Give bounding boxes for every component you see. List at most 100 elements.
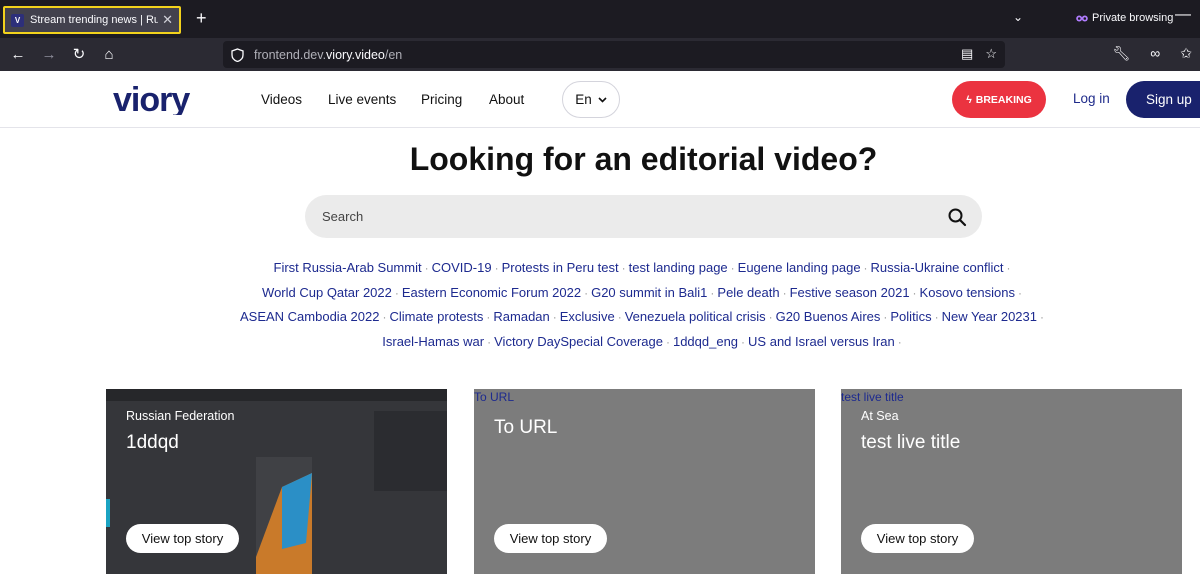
tag-separator: · — [665, 334, 670, 349]
browser-tab-bar: V Stream trending news | Ruptly ✕ + ⌄ Pr… — [0, 0, 1200, 38]
wrench-icon[interactable]: 🔧︎ — [1113, 45, 1131, 62]
nav-live-events[interactable]: Live events — [328, 92, 396, 107]
trending-tag-link[interactable]: G20 summit in Bali1 — [591, 285, 707, 300]
trending-tag-link[interactable]: Eugene landing page — [738, 260, 861, 275]
trending-tag-link[interactable]: Israel-Hamas war — [382, 334, 484, 349]
lightning-icon: ϟ — [966, 93, 972, 106]
search-input[interactable] — [305, 195, 925, 238]
trending-tag-link[interactable]: Ramadan — [493, 309, 549, 324]
top-story-card[interactable]: To URL View top story — [474, 389, 815, 574]
tab-title: Stream trending news | Ruptly — [30, 14, 159, 26]
trending-tag-link[interactable]: Festive season 2021 — [790, 285, 910, 300]
card-title: test live title — [861, 432, 961, 453]
tag-separator: · — [934, 310, 939, 324]
tag-separator: · — [741, 334, 746, 349]
list-all-tabs-icon[interactable]: ⌄ — [1013, 10, 1023, 24]
private-mask-icon — [1076, 15, 1088, 21]
browser-nav-bar: ← → ↻ ⌂ frontend.dev.viory.video/en ▤ ☆ … — [0, 38, 1200, 71]
reload-icon[interactable]: ↻ — [68, 43, 90, 65]
view-top-story-button[interactable]: View top story — [494, 524, 607, 553]
tag-separator: · — [486, 310, 491, 324]
card-url-link[interactable]: To URL — [474, 390, 514, 404]
tag-row: ASEAN Cambodia 2022 · Climate protests · Ram… — [210, 305, 1077, 330]
trending-tag-link[interactable]: test landing page — [629, 260, 728, 275]
new-tab-button[interactable]: + — [196, 8, 207, 29]
trending-tag-link[interactable]: US and Israel versus Iran — [748, 334, 895, 349]
top-story-card[interactable]: At Sea test live title View top story — [841, 389, 1182, 574]
trending-tag-link[interactable]: Eastern Economic Forum 2022 — [402, 285, 581, 300]
svg-text:viory: viory — [113, 85, 190, 115]
trending-tag-link[interactable]: G20 Buenos Aires — [776, 309, 881, 324]
reader-view-icon[interactable]: ▤ — [961, 46, 973, 62]
tag-separator: · — [424, 261, 429, 275]
private-browsing-indicator: Private browsing — [1076, 12, 1173, 24]
search-bar — [305, 195, 982, 238]
trending-tag-link[interactable]: Pele death — [717, 285, 779, 300]
bookmark-star-icon[interactable]: ☆ — [985, 46, 997, 62]
trending-tag-link[interactable]: Climate protests — [389, 309, 483, 324]
login-link[interactable]: Log in — [1073, 91, 1110, 106]
forward-icon[interactable]: → — [38, 43, 60, 65]
tag-separator: · — [494, 261, 499, 275]
language-selector[interactable]: En — [562, 81, 620, 118]
trending-tag-link[interactable]: Victory DaySpecial Coverage — [494, 334, 663, 349]
top-story-card[interactable]: Russian Federation 1ddqd View top story — [106, 389, 447, 574]
private-browsing-label: Private browsing — [1092, 12, 1174, 24]
view-top-story-button[interactable]: View top story — [861, 524, 974, 553]
signup-label: Sign up — [1146, 92, 1192, 107]
tag-separator: · — [710, 285, 715, 300]
trending-tag-link[interactable]: COVID-19 — [432, 260, 492, 275]
url-text: frontend.dev.viory.video/en — [254, 47, 403, 62]
trending-tag-link[interactable]: Kosovo tensions — [920, 285, 1015, 300]
nav-about[interactable]: About — [489, 92, 524, 107]
url-bar[interactable]: frontend.dev.viory.video/en ▤ ☆ — [223, 41, 1005, 68]
trending-tags: First Russia-Arab Summit · COVID-19 · Protes… — [210, 256, 1077, 354]
trending-tag-link[interactable]: First Russia-Arab Summit — [274, 260, 422, 275]
tag-separator: · — [1017, 285, 1022, 300]
tag-separator: · — [768, 310, 773, 324]
trending-tag-link[interactable]: World Cup Qatar 2022 — [262, 285, 392, 300]
chevron-down-icon — [598, 96, 607, 103]
nav-pricing[interactable]: Pricing — [421, 92, 462, 107]
card-title: To URL — [494, 417, 558, 438]
tag-separator: · — [863, 261, 868, 275]
card-country: At Sea — [861, 409, 899, 423]
search-icon[interactable] — [947, 207, 967, 227]
nav-videos[interactable]: Videos — [261, 92, 302, 107]
card-title: 1ddqd — [126, 432, 179, 453]
tag-separator: · — [487, 334, 492, 349]
tag-separator: · — [730, 261, 735, 275]
extensions-icon[interactable]: ✩ — [1180, 45, 1192, 62]
tag-separator: · — [782, 285, 787, 300]
language-value: En — [575, 92, 592, 107]
tag-separator: · — [883, 310, 888, 324]
trending-tag-link[interactable]: New Year 20231 — [942, 309, 1037, 324]
tag-separator: · — [1040, 310, 1044, 324]
trending-tag-link[interactable]: 1ddqd_eng — [673, 334, 738, 349]
trending-tag-link[interactable]: Russia-Ukraine conflict — [871, 260, 1004, 275]
tab-close-icon[interactable]: ✕ — [162, 12, 173, 28]
back-icon[interactable]: ← — [7, 43, 29, 65]
home-icon[interactable]: ⌂ — [98, 43, 120, 65]
breaking-button[interactable]: ϟ BREAKING — [952, 81, 1046, 118]
tag-separator: · — [912, 285, 917, 300]
tag-separator: · — [1006, 261, 1011, 275]
tag-separator: · — [621, 261, 626, 275]
viory-favicon-icon: V — [11, 13, 24, 27]
tag-separator: · — [382, 310, 387, 324]
trending-tag-link[interactable]: ASEAN Cambodia 2022 — [240, 309, 379, 324]
signup-button[interactable]: Sign up — [1126, 81, 1200, 118]
card-url-link[interactable]: test live title — [841, 390, 904, 404]
trending-tag-link[interactable]: Venezuela political crisis — [625, 309, 766, 324]
window-minimize-button[interactable]: — — [1175, 6, 1191, 24]
breaking-label: BREAKING — [975, 93, 1032, 106]
trending-tag-link[interactable]: Protests in Peru test — [502, 260, 619, 275]
mask-icon[interactable]: ∞ — [1150, 45, 1160, 62]
trending-tag-link[interactable]: Exclusive — [560, 309, 615, 324]
tag-row: Israel-Hamas war · Victory DaySpecial Cove… — [210, 330, 1077, 355]
viory-logo[interactable]: viory — [113, 85, 221, 115]
trending-tag-link[interactable]: Politics — [890, 309, 931, 324]
browser-tab[interactable]: V Stream trending news | Ruptly ✕ — [3, 6, 181, 34]
view-top-story-button[interactable]: View top story — [126, 524, 239, 553]
shield-icon[interactable] — [231, 47, 244, 62]
